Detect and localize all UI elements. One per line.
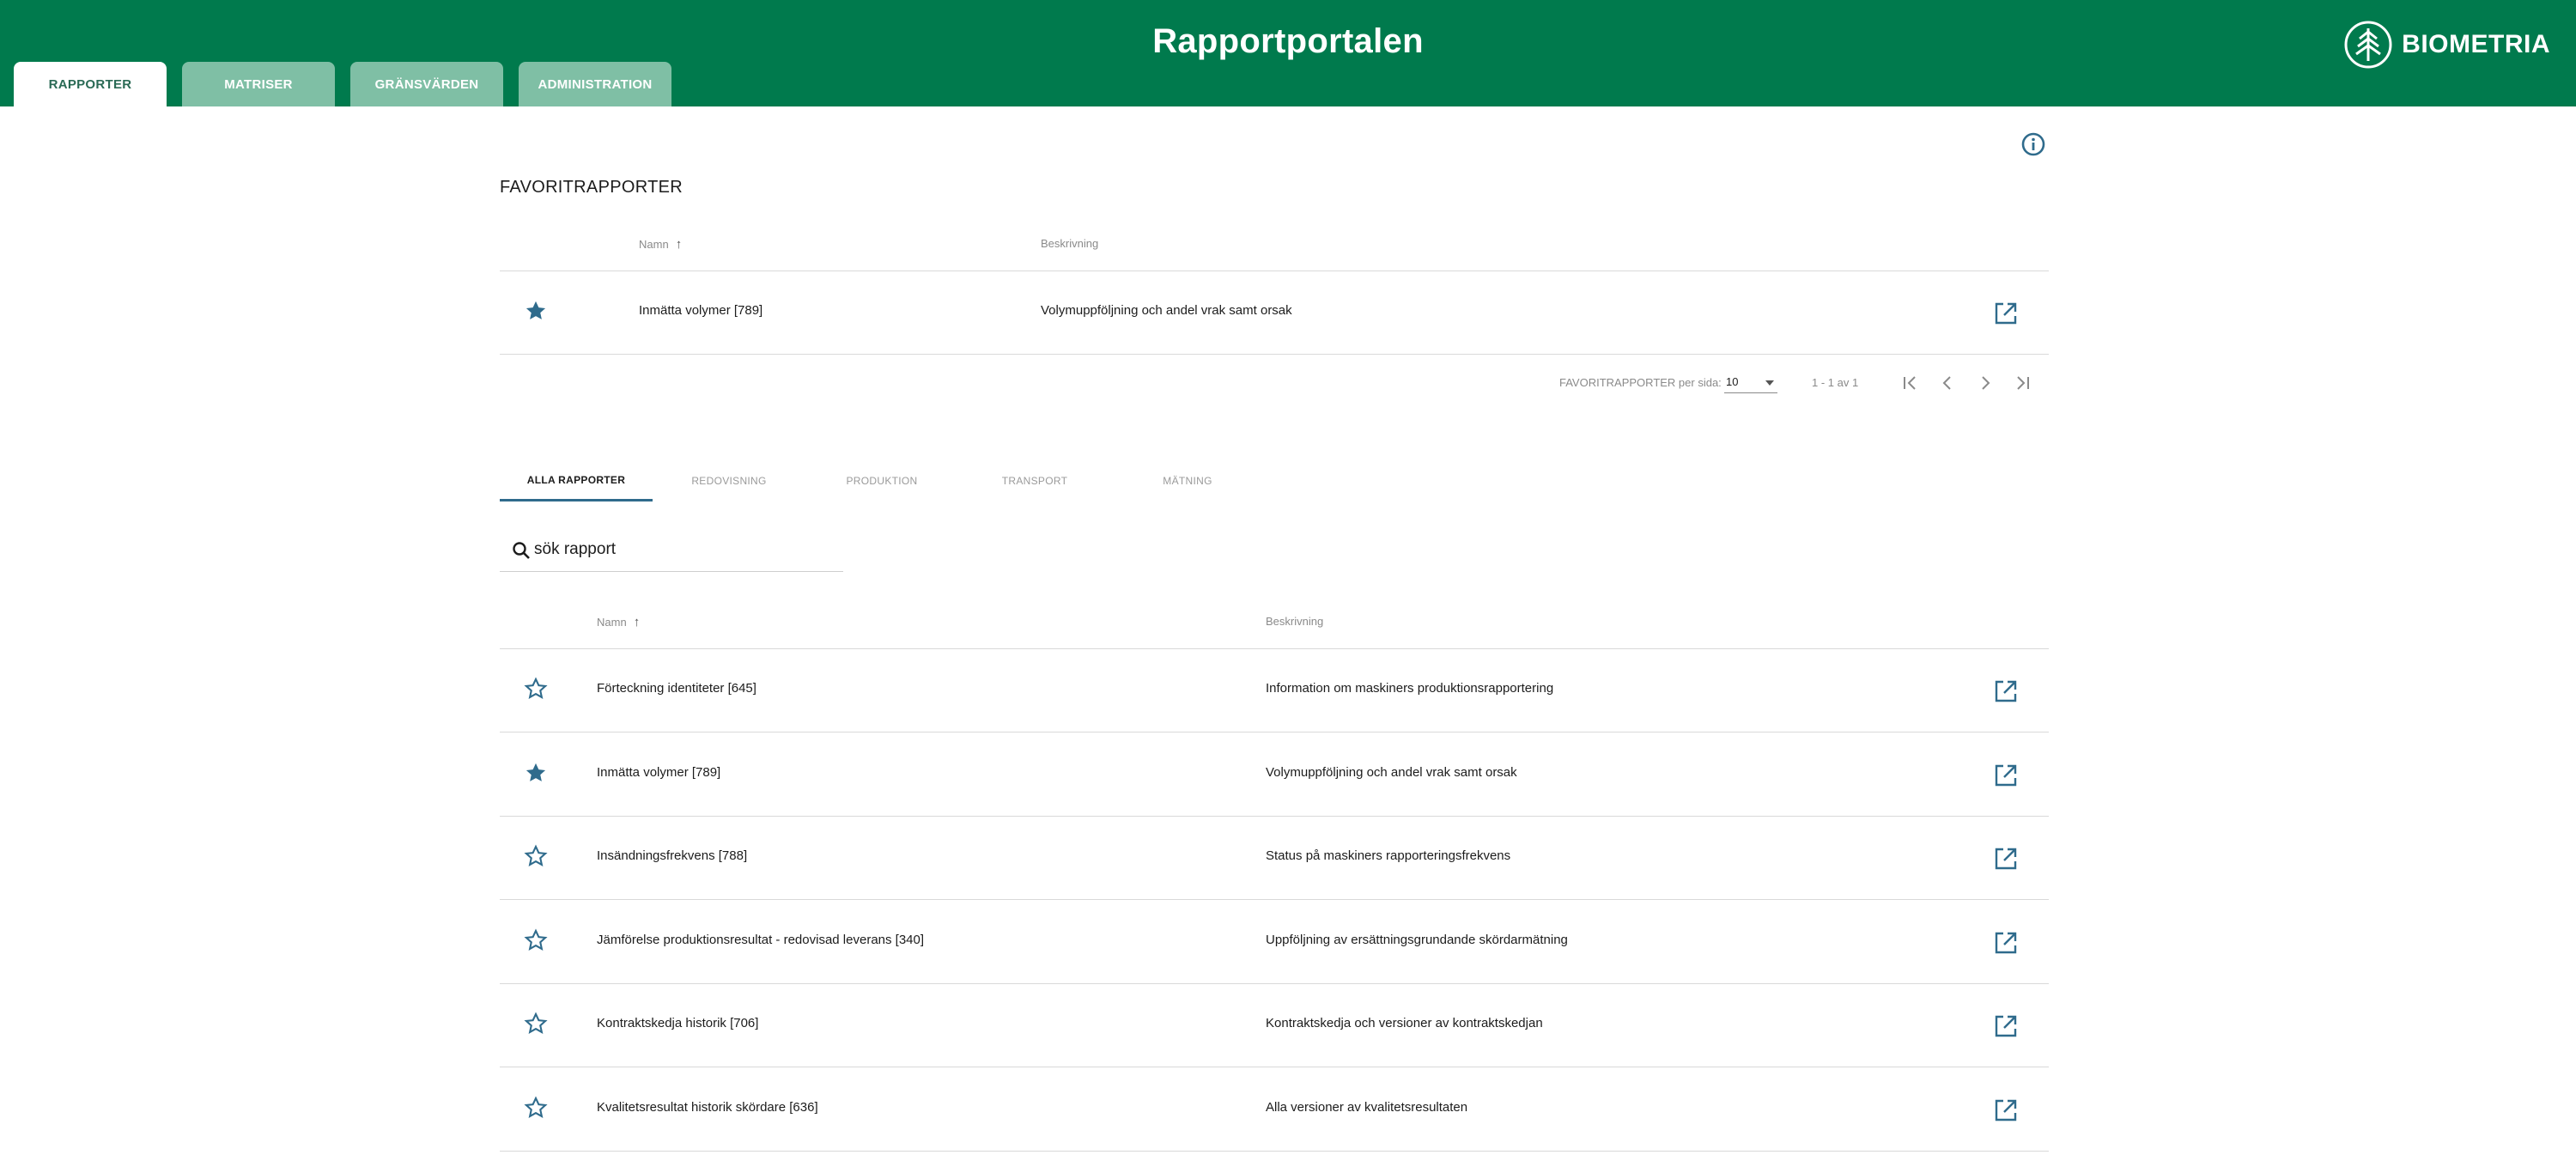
- open-external-icon[interactable]: [1992, 300, 2020, 327]
- open-external-icon[interactable]: [1992, 762, 2020, 789]
- open-external-icon[interactable]: [1992, 1097, 2020, 1124]
- open-external-icon[interactable]: [1992, 845, 2020, 872]
- star-outline-icon[interactable]: [524, 927, 548, 952]
- star-filled-icon[interactable]: [524, 761, 548, 785]
- tab-matning[interactable]: MÄTNING: [1111, 460, 1264, 501]
- reports-table-header: Namn ↑ Beskrivning: [500, 594, 2049, 649]
- tab-redovisning[interactable]: REDOVISNING: [653, 460, 805, 501]
- biometria-logo: BIOMETRIA: [2343, 19, 2550, 70]
- star-outline-icon[interactable]: [524, 1012, 548, 1036]
- sort-asc-icon: ↑: [633, 615, 641, 629]
- column-description-header: Beskrivning: [1041, 237, 1099, 250]
- app-header: Rapportportalen BIOMETRIA RAPPORTER MATR…: [0, 0, 2576, 106]
- report-name: Inmätta volymer [789]: [597, 764, 721, 780]
- report-description: Volymuppföljning och andel vrak samt ors…: [1266, 764, 1517, 780]
- star-outline-icon[interactable]: [524, 677, 548, 701]
- tab-administration[interactable]: ADMINISTRATION: [519, 62, 671, 106]
- per-page-select[interactable]: 10: [1724, 371, 1777, 393]
- column-name-header[interactable]: Namn ↑: [639, 237, 682, 252]
- tab-alla-rapporter[interactable]: ALLA RAPPORTER: [500, 460, 653, 501]
- report-name: Förteckning identiteter [645]: [597, 681, 756, 696]
- app-title: Rapportportalen: [1152, 22, 1424, 60]
- star-outline-icon[interactable]: [524, 1095, 548, 1120]
- report-row: Kontraktskedja historik [706] Kontraktske…: [500, 984, 2049, 1067]
- report-name: Inmätta volymer [789]: [639, 303, 763, 318]
- favorite-row: Inmätta volymer [789] Volymuppföljning o…: [500, 271, 2049, 355]
- favorites-title: FAVORITRAPPORTER: [500, 178, 683, 197]
- dropdown-caret-icon: [1765, 380, 1774, 386]
- column-description-header: Beskrivning: [1266, 615, 1324, 628]
- open-external-icon[interactable]: [1992, 678, 2020, 705]
- favorites-pager: FAVORITRAPPORTER per sida: 10 1 - 1 av 1: [500, 359, 2049, 407]
- search-input[interactable]: [534, 536, 835, 563]
- report-category-tabs: ALLA RAPPORTER REDOVISNING PRODUKTION TR…: [500, 460, 1264, 501]
- last-page-icon[interactable]: [2011, 371, 2035, 395]
- report-description: Status på maskiners rapporteringsfrekven…: [1266, 848, 1511, 863]
- tab-matriser[interactable]: MATRISER: [182, 62, 335, 106]
- report-name: Insändningsfrekvens [788]: [597, 848, 748, 863]
- report-row: Inmätta volymer [789] Volymuppföljning oc…: [500, 733, 2049, 817]
- report-description: Uppföljning av ersättningsgrundande skör…: [1266, 932, 1568, 947]
- report-description: Information om maskiners produktionsrapp…: [1266, 681, 1554, 696]
- column-name-header[interactable]: Namn ↑: [597, 615, 640, 629]
- report-description: Volymuppföljning och andel vrak samt ors…: [1041, 303, 1292, 318]
- next-page-icon[interactable]: [1973, 371, 1997, 395]
- main-tabs: RAPPORTER MATRISER GRÄNSVÄRDEN ADMINISTR…: [14, 62, 671, 106]
- per-page-value: 10: [1726, 375, 1739, 388]
- column-name-label: Namn: [597, 616, 627, 629]
- page-range: 1 - 1 av 1: [1812, 376, 1859, 389]
- previous-page-icon[interactable]: [1935, 371, 1959, 395]
- open-external-icon[interactable]: [1992, 1012, 2020, 1040]
- report-row: Insändningsfrekvens [788] Status på maski…: [500, 817, 2049, 900]
- per-page-label: FAVORITRAPPORTER per sida:: [1559, 376, 1722, 389]
- tree-logo-icon: [2344, 21, 2392, 69]
- search-field: [500, 529, 843, 572]
- star-filled-icon[interactable]: [524, 299, 548, 323]
- report-row: Förteckning identiteter [645] Information…: [500, 649, 2049, 732]
- report-description: Kontraktskedja och versioner av kontrakt…: [1266, 1016, 1543, 1030]
- column-name-label: Namn: [639, 238, 669, 251]
- first-page-icon[interactable]: [1898, 371, 1922, 395]
- tab-produktion[interactable]: PRODUKTION: [805, 460, 958, 501]
- tab-gransvarden[interactable]: GRÄNSVÄRDEN: [350, 62, 503, 106]
- star-outline-icon[interactable]: [524, 844, 548, 868]
- info-icon[interactable]: [2020, 131, 2047, 158]
- search-icon: [513, 542, 530, 559]
- report-description: Alla versioner av kvalitetsresultaten: [1266, 1099, 1468, 1115]
- sort-asc-icon: ↑: [675, 237, 683, 252]
- report-name: Jämförelse produktionsresultat - redovis…: [597, 932, 925, 947]
- report-name: Kvalitetsresultat historik skördare [636…: [597, 1099, 818, 1115]
- report-row: Jämförelse produktionsresultat - redovis…: [500, 901, 2049, 984]
- logo-text: BIOMETRIA: [2402, 30, 2550, 58]
- favorites-table-header: Namn ↑ Beskrivning: [500, 216, 2049, 271]
- report-row: Kvalitetsresultat historik skördare [636…: [500, 1068, 2049, 1152]
- tab-rapporter[interactable]: RAPPORTER: [14, 62, 167, 106]
- tab-transport[interactable]: TRANSPORT: [958, 460, 1111, 501]
- report-name: Kontraktskedja historik [706]: [597, 1016, 759, 1030]
- open-external-icon[interactable]: [1992, 929, 2020, 957]
